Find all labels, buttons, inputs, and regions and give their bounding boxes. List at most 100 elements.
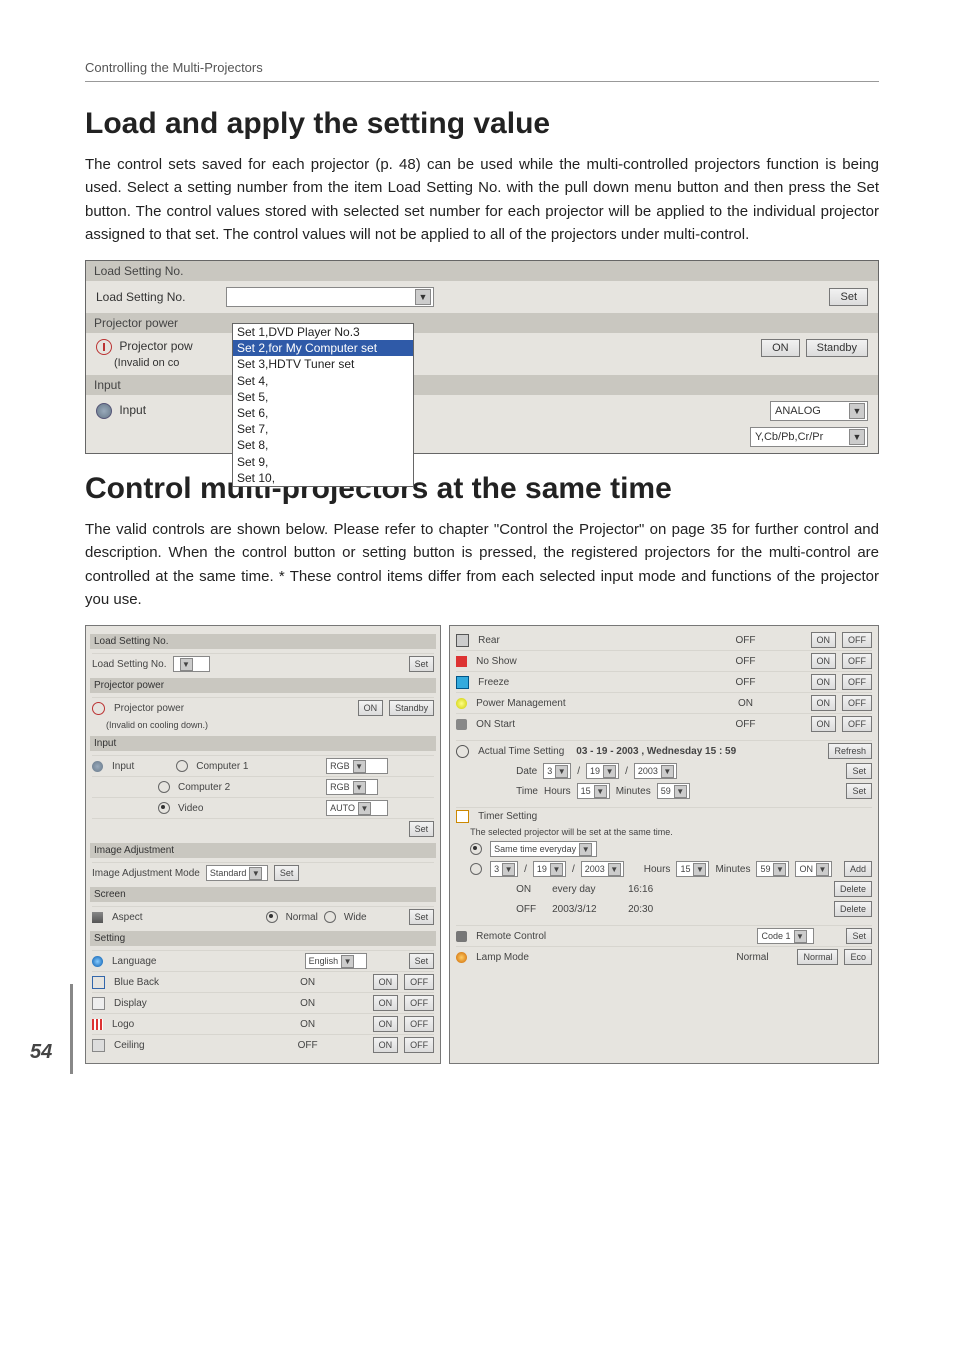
power-icon — [92, 702, 105, 715]
on-button[interactable]: ON — [811, 632, 837, 648]
dropdown-option[interactable]: Set 7, — [233, 421, 413, 437]
on-button[interactable]: ON — [373, 995, 399, 1011]
dropdown-option[interactable]: Set 8, — [233, 437, 413, 453]
set-button[interactable]: Set — [409, 821, 435, 837]
on-button[interactable]: ON — [373, 974, 399, 990]
dropdown-option[interactable]: Set 9, — [233, 454, 413, 470]
radio-video[interactable] — [158, 802, 170, 814]
value-onstart: OFF — [723, 719, 769, 730]
dropdown-video[interactable]: AUTO▼ — [326, 800, 388, 816]
dropdown-t-month[interactable]: 3▼ — [490, 861, 518, 877]
dropdown-same-time[interactable]: Same time everyday▼ — [490, 841, 597, 857]
set-button[interactable]: Set — [846, 928, 872, 944]
label-video: Video — [178, 803, 203, 814]
sched1-onoff: ON — [516, 884, 546, 895]
off-button[interactable]: OFF — [404, 995, 434, 1011]
sched1-time: 16:16 — [628, 884, 653, 895]
value-ceiling: OFF — [285, 1040, 331, 1051]
dropdown-remote-code[interactable]: Code 1▼ — [757, 928, 814, 944]
radio-computer1[interactable] — [176, 760, 188, 772]
set-button[interactable]: Set — [409, 953, 435, 969]
standby-button[interactable]: Standby — [389, 700, 434, 716]
add-button[interactable]: Add — [844, 861, 872, 877]
dropdown-analog[interactable]: ANALOG ▼ — [770, 401, 868, 421]
dropdown-t-onoff[interactable]: ON▼ — [795, 861, 832, 877]
set-button[interactable]: Set — [409, 909, 435, 925]
off-button[interactable]: OFF — [404, 1037, 434, 1053]
on-button[interactable]: ON — [373, 1016, 399, 1032]
running-header: Controlling the Multi-Projectors — [85, 60, 879, 82]
on-button[interactable]: ON — [811, 653, 837, 669]
off-button[interactable]: OFF — [842, 695, 872, 711]
delete-button[interactable]: Delete — [834, 901, 872, 917]
dropdown-load-setting[interactable]: ▼ — [226, 287, 434, 307]
off-button[interactable]: OFF — [842, 653, 872, 669]
off-button[interactable]: OFF — [404, 1016, 434, 1032]
set-button[interactable]: Set — [409, 656, 435, 672]
dropdown-hours[interactable]: 15▼ — [577, 783, 610, 799]
dropdown-option[interactable]: Set 4, — [233, 373, 413, 389]
on-button[interactable]: ON — [358, 700, 384, 716]
normal-button[interactable]: Normal — [797, 949, 838, 965]
radio-computer2[interactable] — [158, 781, 170, 793]
on-button[interactable]: ON — [811, 695, 837, 711]
sched2-date: 2003/3/12 — [552, 904, 622, 915]
on-button[interactable]: ON — [373, 1037, 399, 1053]
dropdown-option[interactable]: Set 3,HDTV Tuner set — [233, 356, 413, 372]
label-time: Time — [516, 786, 538, 797]
on-button[interactable]: ON — [811, 674, 837, 690]
section2-paragraph: The valid controls are shown below. Plea… — [85, 518, 879, 611]
onstart-icon — [456, 719, 467, 730]
label-projector-power: Projector pow — [119, 339, 192, 353]
input-icon — [96, 403, 112, 419]
dropdown-option[interactable]: Set 5, — [233, 389, 413, 405]
clock-icon — [456, 745, 469, 758]
dropdown-comp1[interactable]: RGB▼ — [326, 758, 388, 774]
screenshot-multi-control: Load Setting No. Load Setting No. ▼ Set … — [85, 625, 879, 1064]
dropdown-t-year[interactable]: 2003▼ — [581, 861, 624, 877]
sched2-time: 20:30 — [628, 904, 653, 915]
dropdown-language[interactable]: English▼ — [305, 953, 367, 969]
eco-button[interactable]: Eco — [844, 949, 872, 965]
note-invalid-cooling: (Invalid on co — [114, 357, 179, 369]
radio-same-time[interactable] — [470, 843, 482, 855]
power-on-button[interactable]: ON — [761, 339, 800, 357]
delete-button[interactable]: Delete — [834, 881, 872, 897]
dropdown-year[interactable]: 2003▼ — [634, 763, 677, 779]
set-button[interactable]: Set — [829, 288, 868, 306]
dropdown-option[interactable]: Set 10, — [233, 470, 413, 486]
set-button[interactable]: Set — [274, 865, 300, 881]
dropdown-image-mode[interactable]: Standard▼ — [206, 865, 268, 881]
dropdown-option-selected[interactable]: Set 2,for My Computer set — [233, 340, 413, 356]
label-language: Language — [112, 956, 157, 967]
dropdown-t-hours[interactable]: 15▼ — [676, 861, 709, 877]
off-button[interactable]: OFF — [842, 632, 872, 648]
dropdown-option[interactable]: Set 6, — [233, 405, 413, 421]
value-actual-time: 03 - 19 - 2003 , Wednesday 15 : 59 — [576, 746, 736, 757]
dropdown-load-mini[interactable]: ▼ — [173, 656, 210, 672]
dropdown-month[interactable]: 3▼ — [543, 763, 571, 779]
radio-specific-date[interactable] — [470, 863, 482, 875]
on-button[interactable]: ON — [811, 716, 837, 732]
off-button[interactable]: OFF — [842, 674, 872, 690]
dropdown-minutes[interactable]: 59▼ — [657, 783, 690, 799]
dropdown-day[interactable]: 19▼ — [586, 763, 619, 779]
label-ceiling: Ceiling — [114, 1040, 145, 1051]
radio-wide[interactable] — [324, 911, 336, 923]
logo-icon — [92, 1019, 103, 1030]
set-button[interactable]: Set — [846, 763, 872, 779]
dropdown-option[interactable]: Set 1,DVD Player No.3 — [233, 324, 413, 340]
off-button[interactable]: OFF — [404, 974, 434, 990]
dropdown-ycbcr[interactable]: Y,Cb/Pb,Cr/Pr ▼ — [750, 427, 868, 447]
dropdown-t-day[interactable]: 19▼ — [533, 861, 566, 877]
refresh-button[interactable]: Refresh — [828, 743, 872, 759]
set-button[interactable]: Set — [846, 783, 872, 799]
power-standby-button[interactable]: Standby — [806, 339, 868, 357]
header-load: Load Setting No. — [90, 634, 436, 649]
radio-normal[interactable] — [266, 911, 278, 923]
off-button[interactable]: OFF — [842, 716, 872, 732]
dropdown-load-setting-open[interactable]: Set 1,DVD Player No.3 Set 2,for My Compu… — [232, 323, 414, 487]
dropdown-t-minutes[interactable]: 59▼ — [756, 861, 789, 877]
dropdown-comp2[interactable]: RGB▼ — [326, 779, 378, 795]
timer-note: The selected projector will be set at th… — [456, 825, 872, 839]
